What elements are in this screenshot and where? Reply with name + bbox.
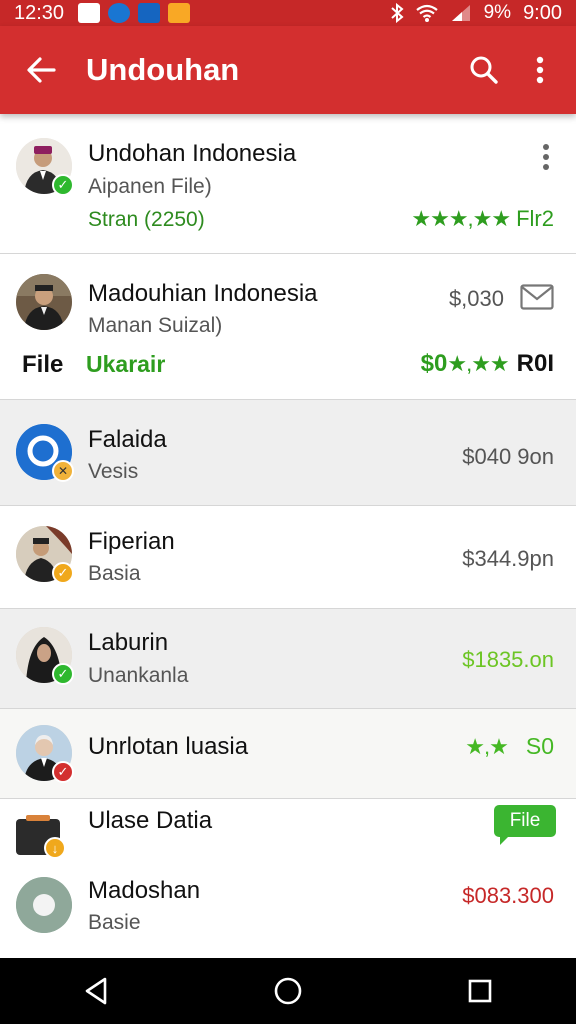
status-clock: 9:00	[523, 1, 562, 24]
file-label: File	[22, 351, 64, 378]
cloud-notification-icon	[138, 3, 161, 23]
price-prefix: $0	[420, 350, 448, 377]
signal-icon	[451, 5, 470, 21]
item-subtitle: Manan Suizal)	[88, 314, 223, 337]
page-title: Undouhan	[86, 52, 240, 87]
item-title: Falaida	[88, 426, 167, 453]
system-nav-bar	[0, 958, 576, 1024]
item-stat: Stran (2250)	[88, 208, 205, 231]
list-item[interactable]: ✓ Unrlotan luasia ★,★ S0	[0, 709, 576, 799]
mail-button[interactable]	[520, 284, 554, 310]
app-notification-icon	[108, 3, 131, 23]
item-price: $,030	[448, 286, 504, 311]
item-title: Undohan Indonesia	[88, 140, 297, 167]
avatar	[16, 877, 72, 933]
nav-recents-button[interactable]	[450, 961, 510, 1021]
search-icon	[470, 56, 498, 84]
file-chip-label: File	[509, 810, 541, 831]
rating-label: Flr2	[516, 206, 554, 231]
battery-percent: 9%	[483, 2, 512, 23]
avatar: ✓	[16, 725, 74, 783]
list-item[interactable]: ✕ Falaida Vesis $040 9on	[0, 400, 576, 506]
bluetooth-icon	[390, 3, 404, 23]
status-time: 12:30	[14, 1, 65, 24]
item-subtitle: Vesis	[88, 460, 139, 483]
avatar-image	[16, 274, 72, 330]
search-button[interactable]	[454, 26, 514, 114]
item-subtitle: Basie	[88, 911, 141, 934]
list-item[interactable]: Madouhian Indonesia Manan Suizal) $,030 …	[0, 254, 576, 400]
photo-notification-icon	[168, 3, 191, 23]
avatar: ✓	[16, 627, 74, 685]
item-price: $344.9pn	[462, 546, 554, 571]
file-chip[interactable]: File	[494, 805, 556, 845]
item-title: Madoshan	[88, 877, 201, 904]
notification-icons	[78, 3, 191, 23]
verified-check-icon: ✓	[52, 174, 74, 196]
item-title: Ulase Datia	[88, 807, 213, 834]
item-title: Unrlotan luasia	[88, 733, 249, 760]
item-title: Fiperian	[88, 528, 175, 555]
app-icon	[16, 877, 72, 933]
verified-check-icon: ✓	[52, 663, 74, 685]
image-notification-icon	[78, 3, 101, 23]
item-menu-button[interactable]	[536, 142, 556, 172]
status-right: 9% 9:00	[390, 2, 562, 25]
item-subtitle: Aipanen File)	[88, 175, 212, 198]
status-bar: 12:30 9% 9:00	[0, 0, 576, 26]
avatar: ✕	[16, 424, 74, 482]
item-price: $040 9on	[462, 444, 554, 469]
item-title: Madouhian Indonesia	[88, 280, 318, 307]
back-button[interactable]	[12, 26, 70, 114]
star-rating-icon: ★,★	[465, 733, 509, 759]
list-item[interactable]: Madoshan Basie $083.300	[0, 877, 576, 957]
avatar	[16, 274, 72, 330]
recents-square-icon	[468, 979, 492, 1003]
back-arrow-icon	[27, 57, 56, 83]
item-source: Ukarair	[86, 351, 166, 377]
item-price: $083.300	[462, 883, 554, 908]
rating-row: ★★★,★★ Flr2	[411, 206, 554, 232]
list-item[interactable]: ↓ Ulase Datia File	[0, 799, 576, 877]
list-item[interactable]: ✓ Undohan Indonesia Aipanen File) Stran …	[0, 116, 576, 254]
home-circle-icon	[274, 977, 302, 1005]
back-triangle-icon	[85, 977, 107, 1005]
avatar: ↓	[16, 815, 72, 873]
list-item[interactable]: ✓ Fiperian Basia $344.9pn	[0, 506, 576, 609]
overflow-menu-button[interactable]	[514, 26, 566, 114]
nav-home-button[interactable]	[258, 961, 318, 1021]
item-subtitle: Basia	[88, 562, 141, 585]
rating-row: $0 ★,★★ R0I	[421, 350, 554, 378]
check-icon: ✓	[52, 562, 74, 584]
wifi-icon	[415, 4, 438, 22]
star-rating-icon: ★★★,★★	[411, 206, 511, 231]
more-vert-icon	[536, 56, 544, 84]
mail-icon	[520, 284, 554, 310]
download-list: ✓ Undohan Indonesia Aipanen File) Stran …	[0, 116, 576, 958]
item-subtitle: Unankanla	[88, 664, 189, 687]
nav-back-button[interactable]	[66, 961, 126, 1021]
rating-label: R0I	[516, 350, 554, 377]
rating-row: ★,★ S0	[465, 733, 554, 760]
star-rating-icon: ★,★★	[447, 351, 509, 376]
download-icon: ↓	[44, 837, 66, 859]
item-price: $1835.on	[462, 647, 554, 672]
avatar: ✓	[16, 526, 74, 584]
item-title: Laburin	[88, 629, 169, 656]
tools-icon: ✕	[52, 460, 74, 482]
list-item[interactable]: ✓ Laburin Unankanla $1835.on	[0, 609, 576, 709]
item-price: S0	[525, 733, 554, 759]
check-icon: ✓	[52, 761, 74, 783]
app-bar: Undouhan	[0, 26, 576, 114]
avatar: ✓	[16, 138, 74, 196]
